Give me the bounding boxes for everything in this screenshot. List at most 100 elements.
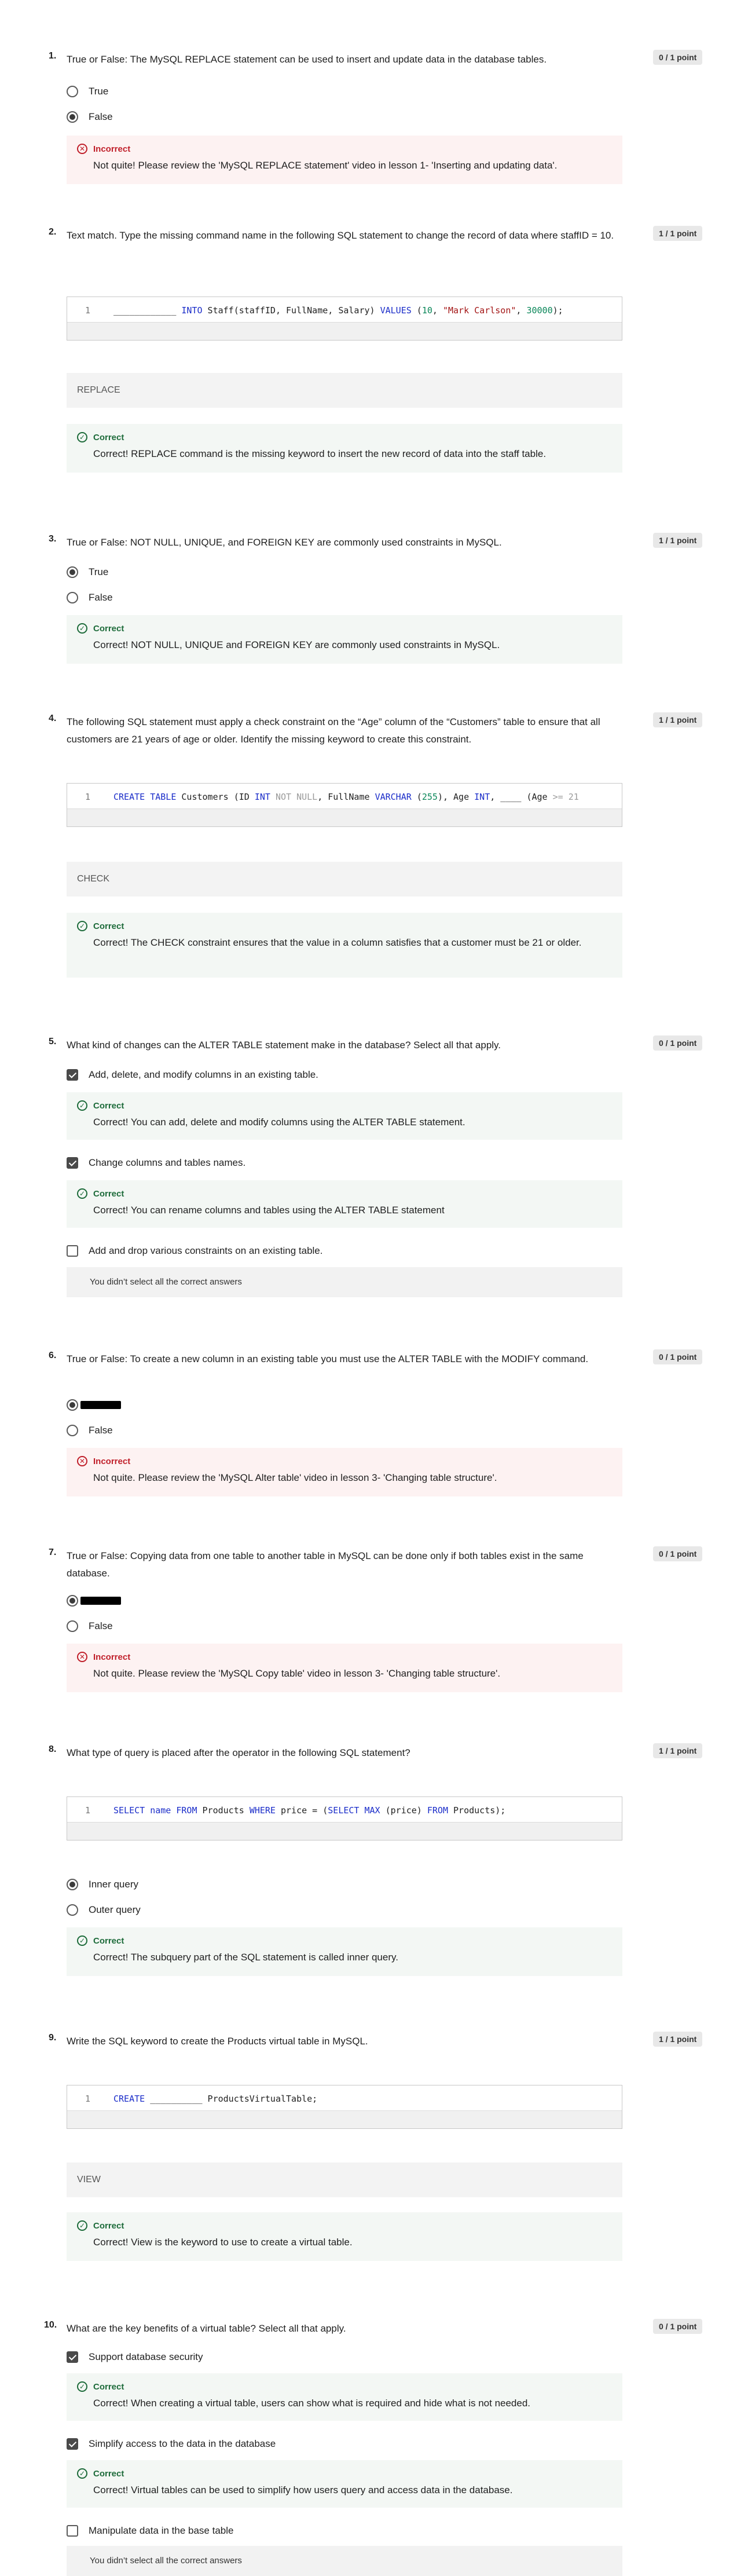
x-circle-icon: ✕ [77,144,87,154]
option-false[interactable]: False [67,1424,113,1437]
feedback-status: Incorrect [93,1652,131,1662]
question-text: Text match. Type the missing command nam… [67,230,614,241]
answer-field[interactable]: REPLACE [67,373,622,408]
code-token: , ____ (Age [490,792,553,802]
checkbox-option-manipulate[interactable]: Manipulate data in the base table [67,2524,233,2538]
redacted-label [80,1597,121,1605]
question-number: 6. [49,1351,57,1360]
code-token: INTO [176,305,203,316]
code-editor[interactable]: 1 CREATE __________ ProductsVirtualTable; [67,2085,622,2129]
code-token: __________ ProductsVirtualTable; [145,2094,318,2104]
feedback-incorrect: ✕ Incorrect Not quite. Please review the … [67,1644,622,1692]
code-editor[interactable]: 1 ____________ INTO Staff(staffID, FullNa… [67,297,622,341]
radio-button[interactable] [67,1425,78,1436]
checkbox-checked[interactable] [67,2438,78,2450]
option-label: False [89,111,113,122]
checkbox-option-simplify[interactable]: Simplify access to the data in the datab… [67,2437,276,2451]
code-token: WHERE [249,1805,276,1816]
checkbox-checked[interactable] [67,2351,78,2363]
x-circle-icon: ✕ [77,1456,87,1466]
option-label: Add and drop various constraints on an e… [89,1245,323,1256]
radio-button-selected[interactable] [67,1595,78,1607]
code-token: , FullName [317,792,375,802]
check-circle-icon: ✓ [77,2381,87,2392]
points-badge: 1 / 1 point [653,712,703,727]
checkbox-option-constraints[interactable]: Add and drop various constraints on an e… [67,1244,322,1258]
option-label: False [89,592,113,603]
question-text: True or False: Copying data from one tab… [67,1550,584,1579]
horizontal-scrollbar[interactable] [67,322,622,340]
feedback-text: Correct! The subquery part of the SQL st… [93,1952,398,1963]
radio-button[interactable] [67,1904,78,1916]
radio-button-selected[interactable] [67,1399,78,1411]
radio-button-selected[interactable] [67,111,78,123]
question-text: What kind of changes can the ALTER TABLE… [67,1040,501,1051]
radio-button-selected[interactable] [67,1879,78,1890]
question-number: 2. [49,227,57,237]
radio-button[interactable] [67,592,78,603]
feedback-text: Correct! REPLACE command is the missing … [93,448,547,459]
answer-field[interactable]: CHECK [67,862,622,897]
checkbox-checked[interactable] [67,1069,78,1081]
line-number: 1 [85,305,90,316]
check-circle-icon: ✓ [77,623,87,634]
check-circle-icon: ✓ [77,432,87,442]
horizontal-scrollbar[interactable] [67,808,622,826]
code-editor[interactable]: 1 SELECT name FROM Products WHERE price =… [67,1796,622,1840]
option-true[interactable]: True [67,85,108,98]
code-token: SELECT name FROM [113,1805,197,1816]
code-token: (price) [380,1805,427,1816]
line-number: 1 [85,792,90,802]
horizontal-scrollbar[interactable] [67,2110,622,2128]
points-badge: 0 / 1 point [653,1546,703,1561]
feedback-correct: ✓ Correct Correct! When creating a virtua… [67,2373,622,2421]
question-number: 1. [49,51,57,61]
option-false[interactable]: False [67,591,113,605]
question-text: True or False: To create a new column in… [67,1353,589,1364]
code-token: 10 [421,305,432,316]
option-redacted[interactable] [67,1398,121,1412]
code-editor[interactable]: 1 CREATE TABLE Customers (ID INT NOT NULL… [67,783,622,827]
option-label: Support database security [89,2351,203,2362]
option-label: Inner query [89,1879,138,1890]
option-label: Manipulate data in the base table [89,2525,234,2536]
feedback-status: Correct [93,1935,124,1946]
option-label: Outer query [89,1904,141,1915]
checkbox-option-security[interactable]: Support database security [67,2350,203,2364]
radio-button[interactable] [67,86,78,97]
code-token: VALUES [380,305,412,316]
checkbox-option-rename[interactable]: Change columns and tables names. [67,1156,245,1170]
question-text: The following SQL statement must apply a… [67,716,600,745]
option-label: True [89,86,109,97]
horizontal-scrollbar[interactable] [67,1822,622,1840]
option-true[interactable]: True [67,565,108,579]
check-circle-icon: ✓ [77,921,87,931]
option-redacted[interactable] [67,1594,121,1608]
option-false[interactable]: False [67,1619,113,1633]
answer-field[interactable]: VIEW [67,2162,622,2197]
feedback-status: Correct [93,1188,124,1199]
question-number: 4. [49,713,57,723]
checkbox[interactable] [67,2525,78,2537]
feedback-text: Not quite. Please review the 'MySQL Copy… [93,1668,501,1679]
option-inner-query[interactable]: Inner query [67,1878,138,1891]
option-label: Change columns and tables names. [89,1157,246,1168]
checkbox[interactable] [67,1245,78,1257]
checkbox-checked[interactable] [67,1157,78,1169]
option-outer-query[interactable]: Outer query [67,1903,141,1917]
feedback-status: Correct [93,432,124,442]
option-label: Add, delete, and modify columns in an ex… [89,1069,318,1080]
check-circle-icon: ✓ [77,1188,87,1199]
code-token: price = ( [275,1805,328,1816]
feedback-text: Correct! You can add, delete and modify … [93,1117,465,1128]
feedback-correct: ✓ Correct Correct! View is the keyword to… [67,2212,622,2261]
radio-button-selected[interactable] [67,566,78,578]
code-token: ); [552,305,563,316]
feedback-text: Not quite. Please review the 'MySQL Alte… [93,1472,497,1483]
feedback-status: Correct [93,623,124,634]
radio-button[interactable] [67,1620,78,1632]
feedback-text: Correct! When creating a virtual table, … [93,2398,531,2409]
code-token: 255 [421,792,438,802]
checkbox-option-add-delete-modify[interactable]: Add, delete, and modify columns in an ex… [67,1068,318,1082]
option-false[interactable]: False [67,110,113,124]
